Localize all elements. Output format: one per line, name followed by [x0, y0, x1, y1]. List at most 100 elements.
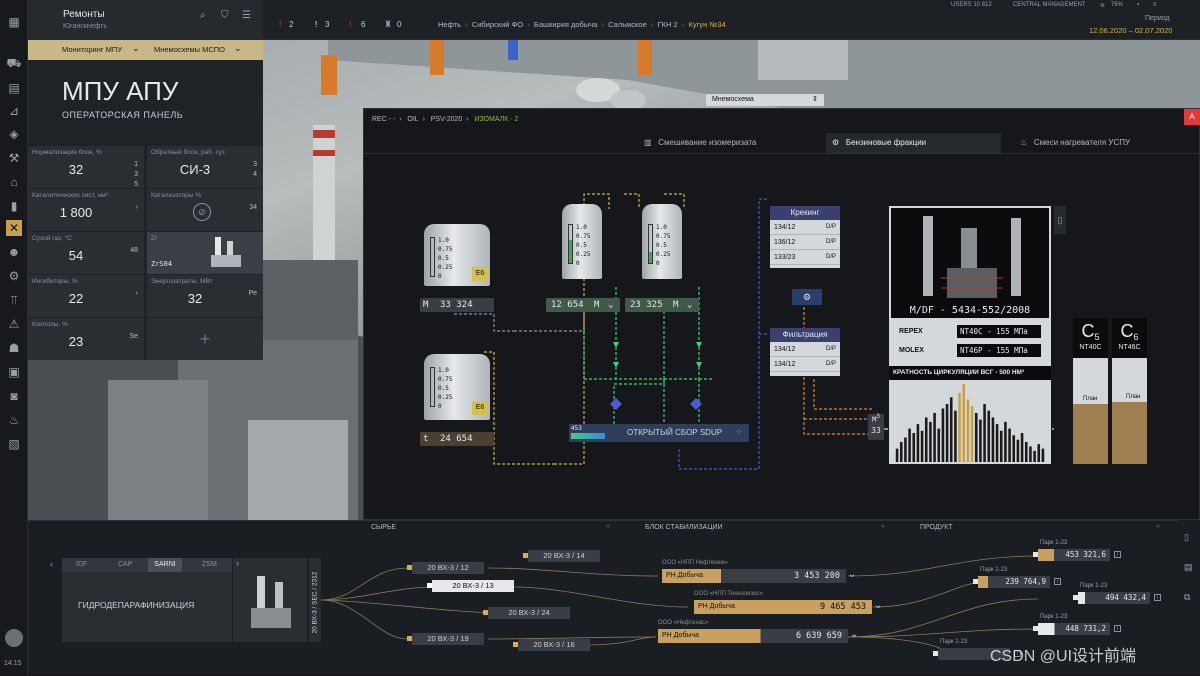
- breadcrumb-item[interactable]: ГКН 2: [658, 20, 678, 29]
- warning-icon[interactable]: ⚠: [6, 316, 22, 332]
- producer-org: ООО «НПП Технолизис»: [694, 591, 763, 597]
- fire-icon[interactable]: ♨: [6, 412, 22, 428]
- flow-node[interactable]: 20 ВХ-3 / 24: [488, 607, 570, 619]
- flow-node[interactable]: 20 ВХ-3 / 13: [432, 580, 514, 592]
- kpi-value: 32: [68, 162, 84, 177]
- info-icon[interactable]: i: [1154, 594, 1161, 601]
- avatar[interactable]: [5, 629, 23, 647]
- chevron-down-icon[interactable]: ⌄: [848, 569, 856, 580]
- tab-mnemoschemes[interactable]: Мнемосхемы МСПО: [154, 45, 225, 54]
- producer-bar[interactable]: РН Добыча 3 453 200: [662, 569, 846, 583]
- info-icon[interactable]: i: [1114, 625, 1121, 632]
- tank-top-value-field[interactable]: M 33 324: [420, 298, 494, 312]
- mnemo-select[interactable]: Мнемосхема ⇕: [706, 94, 824, 106]
- producer-bar[interactable]: РН Добыча 6 639 659: [658, 629, 848, 643]
- tank-bottom-value-field[interactable]: t 24 654: [420, 432, 494, 446]
- park-value[interactable]: 453 321,6: [1038, 549, 1110, 561]
- kpi-tile[interactable]: Zr ZrS04: [147, 232, 263, 274]
- tower-icon[interactable]: ⫪: [6, 292, 22, 308]
- pump-icon[interactable]: ⚒: [6, 150, 22, 166]
- kpi-tile[interactable]: Ксилолы, % 23 Se: [28, 318, 144, 360]
- kpi-tile[interactable]: Сухой газ, °С 54 48: [28, 232, 144, 274]
- chevron-down-icon[interactable]: ⌄: [850, 629, 858, 640]
- kpi-tile[interactable]: Катализаторы % 34 ⊘: [147, 189, 263, 231]
- lock-icon[interactable]: ▪: [1137, 2, 1139, 8]
- chevron-down-icon[interactable]: ⌄: [132, 43, 140, 54]
- park-value[interactable]: 494 432,4: [1078, 592, 1150, 604]
- worker-icon[interactable]: ☗: [6, 340, 22, 356]
- alert-count: 6: [361, 20, 366, 29]
- grid-icon[interactable]: ⁘: [735, 427, 743, 438]
- filtration-box[interactable]: Фильтрация 134/12 D/P 134/12 D/P: [770, 328, 840, 376]
- breadcrumb-item[interactable]: Сальмское: [608, 20, 647, 29]
- pump-icon[interactable]: ⚙: [792, 289, 822, 305]
- breadcrumb-item[interactable]: Сибирский ФО: [472, 20, 523, 29]
- kpi-tile[interactable]: Обратный блок, раб. сут. СИ-3 3 4: [147, 146, 263, 188]
- tab-monitoring[interactable]: Мониторинг МПУ: [62, 45, 122, 54]
- add-kpi-button[interactable]: +: [147, 318, 263, 360]
- alert-icon[interactable]: !: [349, 20, 351, 29]
- alert-icon[interactable]: !: [279, 20, 281, 29]
- circulation-histogram[interactable]: [895, 384, 1045, 462]
- rig-icon[interactable]: ⊿: [6, 103, 22, 119]
- flow-node[interactable]: 20 ВХ-3 / 16: [518, 639, 590, 651]
- flow-node[interactable]: 20 ВХ-3 / 14: [528, 550, 600, 562]
- car-icon[interactable]: ◙: [6, 388, 22, 404]
- flow-node[interactable]: 20 ВХ-3 / 12: [412, 562, 484, 574]
- chevron-down-icon[interactable]: ⌄: [874, 600, 882, 611]
- grid-icon[interactable]: ▦: [6, 14, 22, 30]
- park-value[interactable]: 448 731,2: [1038, 623, 1110, 635]
- park-value[interactable]: 239 764,9: [978, 576, 1050, 588]
- pdf-icon[interactable]: ▤: [1184, 562, 1193, 573]
- breadcrumb-item[interactable]: Кугун №34: [689, 20, 726, 29]
- lock-icon[interactable]: ♜: [384, 19, 392, 30]
- list-icon[interactable]: ☰: [242, 10, 251, 21]
- building-icon[interactable]: ▤: [6, 80, 22, 96]
- factory-icon[interactable]: ⌂: [6, 174, 22, 190]
- drop-icon[interactable]: ◈: [6, 126, 22, 142]
- column-2-value-field[interactable]: 23 325 M ⌄: [625, 298, 699, 312]
- chevron-down-icon[interactable]: ⌄: [234, 43, 242, 54]
- c6-column[interactable]: C6 NT46C План: [1112, 318, 1147, 464]
- document-icon[interactable]: ▯: [1184, 532, 1189, 543]
- info-icon[interactable]: i: [1114, 551, 1121, 558]
- cracking-box[interactable]: Крекинг 134/12 D/P 136/12 D/P 133/23 D/P: [770, 206, 840, 268]
- document-icon[interactable]: ▧: [6, 436, 22, 452]
- alert-icon[interactable]: !: [315, 20, 317, 29]
- period-range[interactable]: 12.06.2020 – 02.07.2020: [1089, 26, 1172, 35]
- chevron-down-icon[interactable]: ⌄: [687, 298, 692, 312]
- plant-photo[interactable]: [891, 208, 1049, 304]
- breadcrumb-item[interactable]: Нефть: [438, 20, 461, 29]
- central-management[interactable]: CENTRAL MANAGEMENT: [1013, 2, 1085, 8]
- kpi-tile[interactable]: Нормализация блок, % 32 1 3 5: [28, 146, 144, 188]
- producer-value: 6 639 659: [795, 631, 842, 641]
- kpi-side: ›: [135, 290, 138, 297]
- kpi-side: 3 4: [253, 161, 257, 178]
- column-1-value-field[interactable]: 12 654 M ⌄: [546, 298, 620, 312]
- breadcrumb-item[interactable]: Башкирия добыча: [534, 20, 597, 29]
- c6-tag: NT46C: [1118, 344, 1141, 351]
- copy-icon[interactable]: ⧉: [1184, 592, 1190, 603]
- tools-icon[interactable]: ✕: [6, 220, 22, 236]
- kpi-tile[interactable]: Энергозатраты, МВт 32 Pe: [147, 275, 263, 317]
- search-icon[interactable]: ⌕: [200, 10, 206, 21]
- c5-column[interactable]: C5 NT40C План: [1073, 318, 1108, 464]
- collector-bar[interactable]: 453 ОТКРЫТЫЙ СБОР SDUP ⁘: [569, 424, 749, 442]
- bus-icon[interactable]: ▣: [6, 364, 22, 380]
- person-icon[interactable]: ☻: [6, 244, 22, 260]
- flow-node[interactable]: 20 ВХ-3 / 19: [412, 633, 484, 645]
- histogram-bar: [962, 384, 966, 462]
- document-icon[interactable]: ▯: [1054, 206, 1066, 234]
- filter-icon[interactable]: ⛉: [221, 10, 229, 21]
- info-icon[interactable]: i: [1054, 578, 1061, 585]
- producer-bar[interactable]: РН Добыча 9 465 453: [694, 600, 872, 614]
- kpi-tile[interactable]: Каталитических сист, нм³ 1 800 ›: [28, 189, 144, 231]
- kpi-label: Ксилолы, %: [32, 321, 68, 328]
- chevron-down-icon[interactable]: ⌄: [608, 298, 613, 312]
- truck-icon[interactable]: ⛟: [6, 55, 22, 71]
- kpi-tile[interactable]: Ингибиторы, % 22 ›: [28, 275, 144, 317]
- chart-icon[interactable]: ▮: [6, 198, 22, 214]
- gear-icon[interactable]: ⚙: [6, 268, 22, 284]
- m-indicator[interactable]: M3 33: [868, 414, 884, 440]
- menu-icon[interactable]: ≡: [1153, 2, 1157, 8]
